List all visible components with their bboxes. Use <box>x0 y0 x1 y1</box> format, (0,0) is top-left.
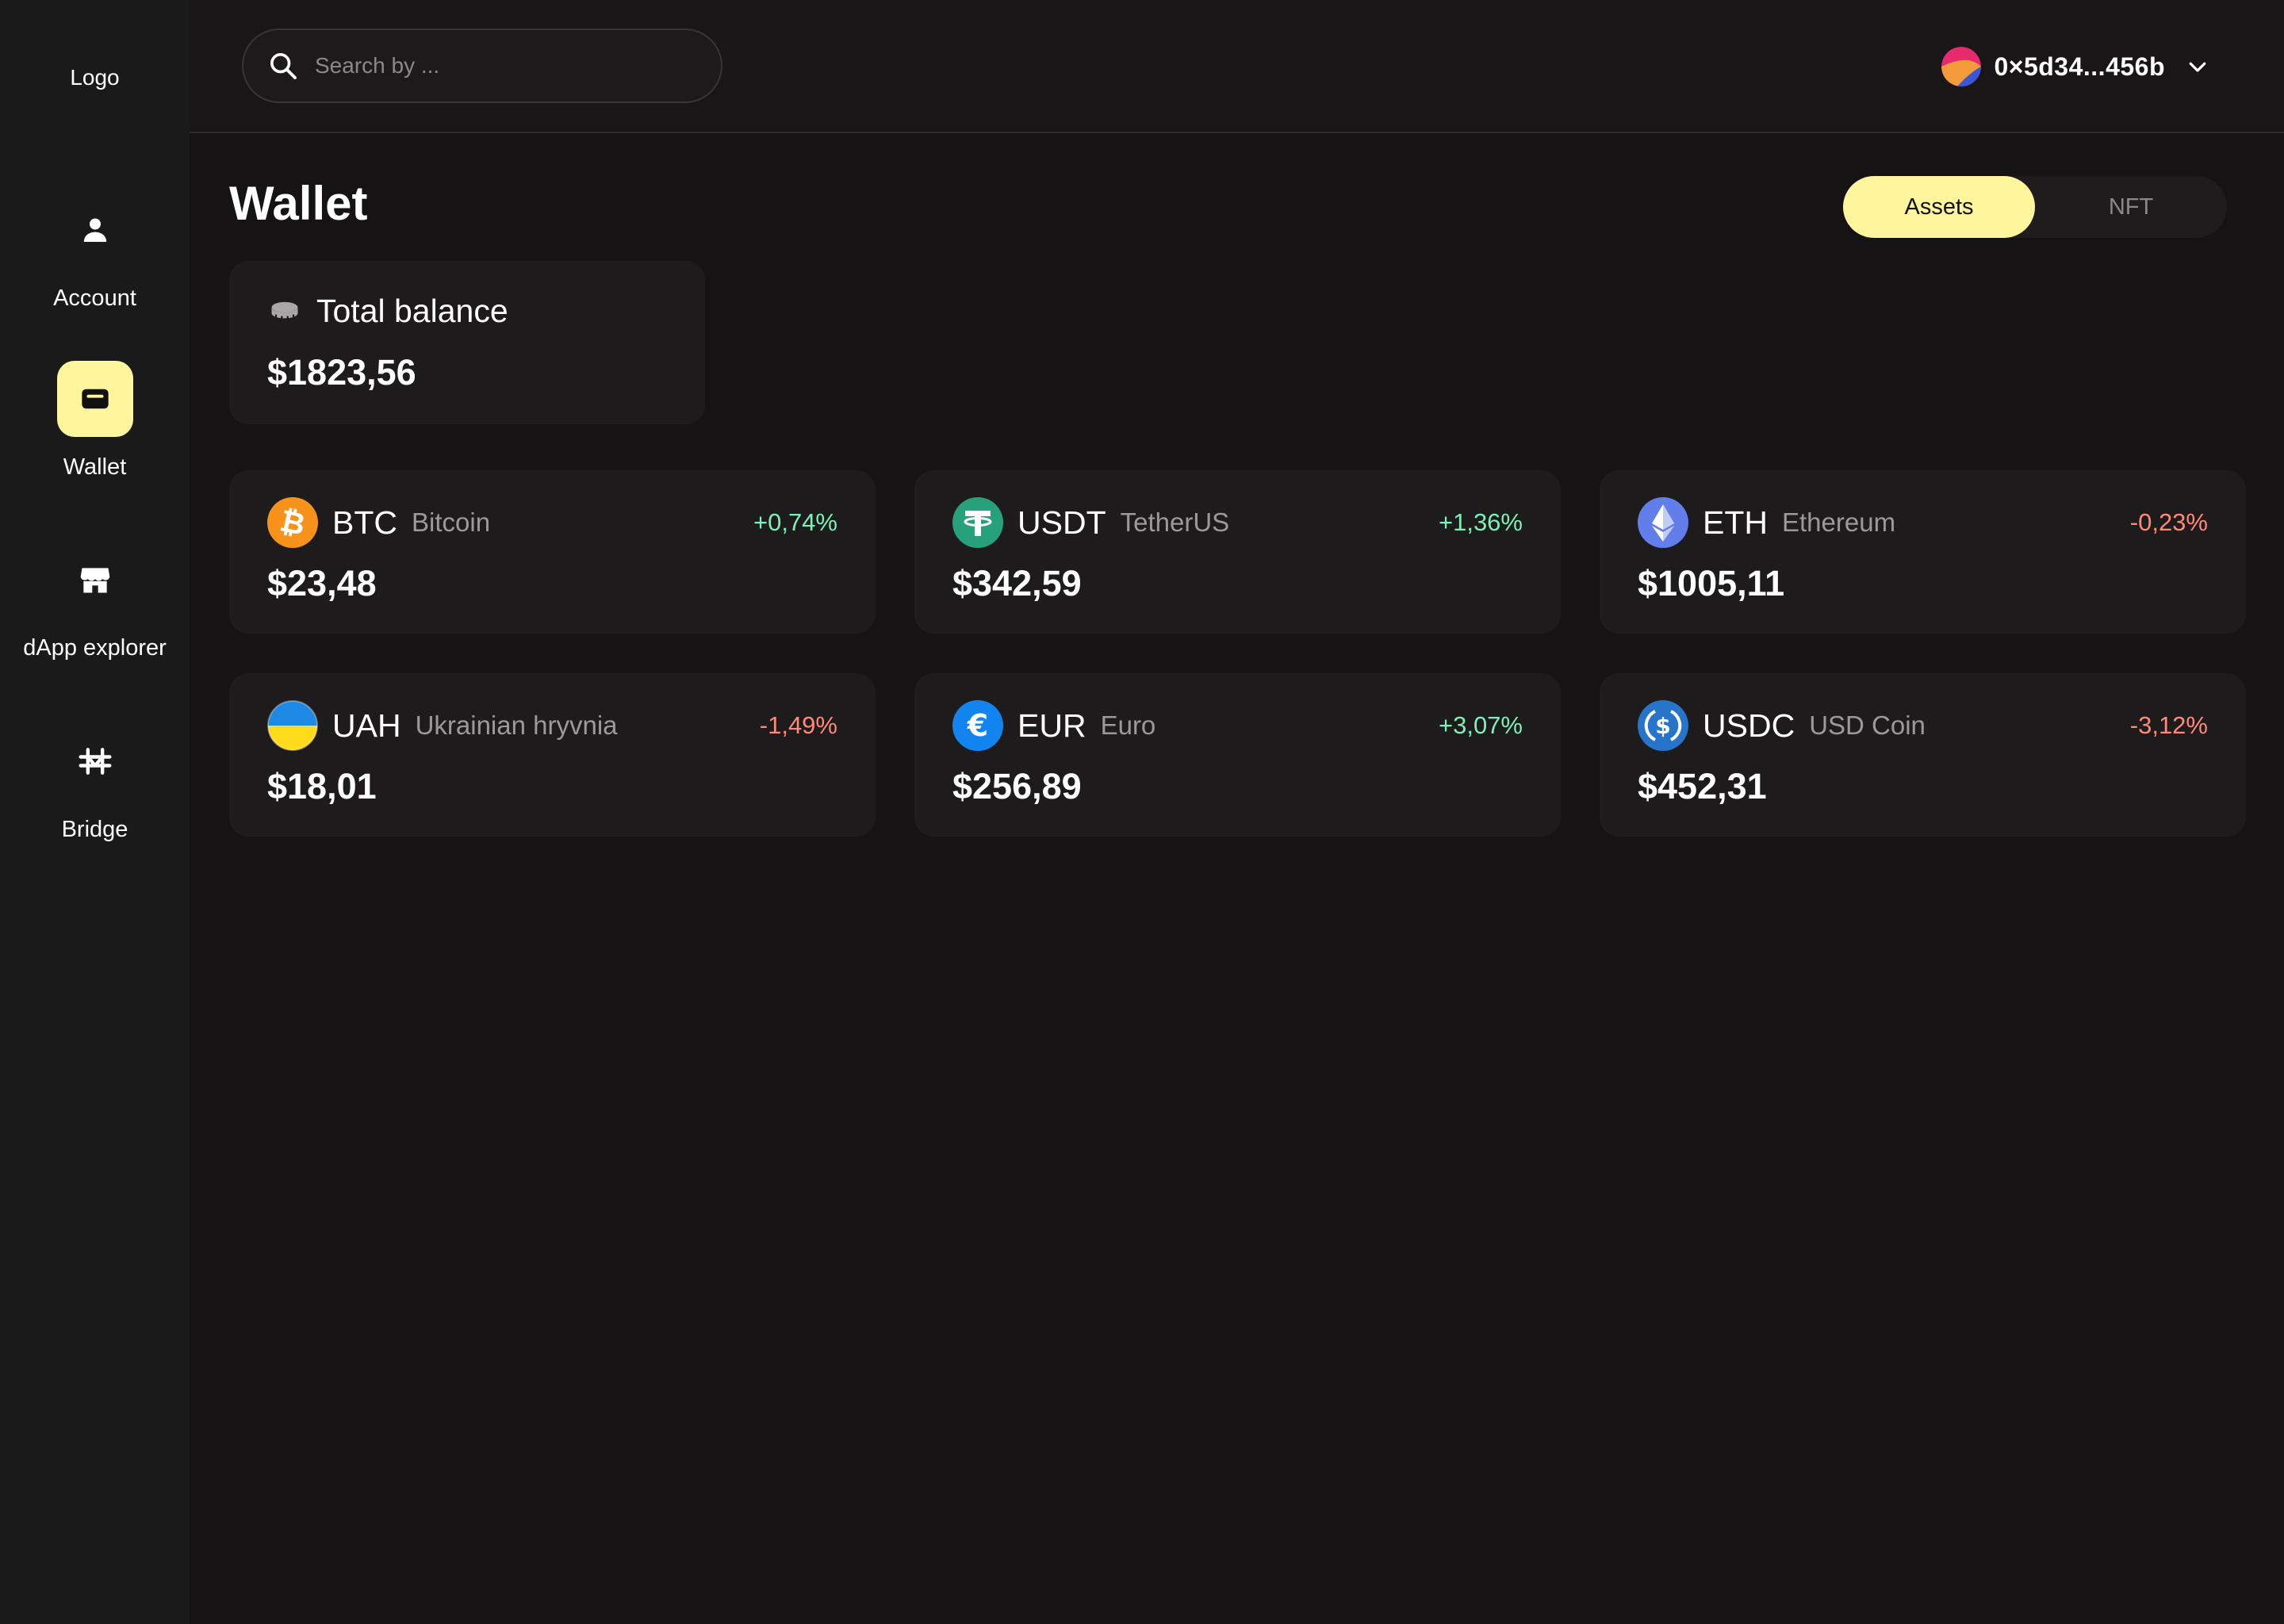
view-tabs: Assets NFT <box>1843 176 2227 238</box>
asset-symbol: EUR <box>1017 707 1086 744</box>
sidebar-item-bridge[interactable]: Bridge <box>0 723 190 843</box>
asset-card-eth[interactable]: ETH Ethereum -0,23% $1005,11 <box>1600 470 2246 634</box>
sidebar: Logo Account Wallet dApp explorer Bridge <box>0 0 190 1624</box>
asset-change: +0,74% <box>753 508 837 536</box>
asset-name: Euro <box>1100 710 1156 740</box>
svg-text:$: $ <box>1655 713 1670 739</box>
page-title: Wallet <box>229 177 368 230</box>
sidebar-item-label: Wallet <box>63 454 127 480</box>
asset-change: -0,23% <box>2129 508 2208 536</box>
tether-icon <box>952 497 1003 548</box>
asset-symbol: BTC <box>332 504 397 541</box>
account-switcher[interactable]: 0×5d34...456b <box>1941 44 2209 89</box>
chevron-down-icon <box>2189 62 2206 72</box>
sidebar-item-label: Bridge <box>61 817 128 842</box>
asset-value: $452,31 <box>1638 766 1767 806</box>
asset-value: $18,01 <box>267 766 377 806</box>
asset-symbol: ETH <box>1703 504 1768 541</box>
total-balance-value: $1823,56 <box>267 352 416 393</box>
asset-change: -1,49% <box>759 711 837 739</box>
asset-card-usdc[interactable]: $ USDC USD Coin -3,12% $452,31 <box>1600 673 2246 837</box>
search-icon <box>270 53 297 79</box>
logo[interactable]: Logo <box>0 65 190 90</box>
user-icon <box>57 192 133 268</box>
sidebar-item-label: dApp explorer <box>23 635 167 661</box>
top-bar: 0×5d34...456b <box>190 0 2284 133</box>
bitcoin-icon: ₿ <box>267 497 318 548</box>
asset-name: Ukrainian hryvnia <box>415 710 618 740</box>
account-address: 0×5d34...456b <box>1994 52 2165 81</box>
asset-change: +1,36% <box>1438 508 1523 536</box>
search-input[interactable] <box>313 41 721 90</box>
asset-change: -3,12% <box>2129 711 2208 739</box>
asset-card-usdt[interactable]: USDT TetherUS +1,36% $342,59 <box>914 470 1561 634</box>
sidebar-item-wallet[interactable]: Wallet <box>0 361 190 481</box>
search-box[interactable] <box>242 29 722 103</box>
asset-name: USD Coin <box>1809 710 1926 740</box>
euro-icon: € <box>952 700 1003 751</box>
asset-card-eur[interactable]: € EUR Euro +3,07% $256,89 <box>914 673 1561 837</box>
asset-value: $256,89 <box>952 766 1082 806</box>
ukraine-flag-icon <box>267 700 318 751</box>
tab-nft[interactable]: NFT <box>2035 176 2227 238</box>
svg-text:€: € <box>967 708 988 743</box>
asset-change: +3,07% <box>1438 711 1523 739</box>
asset-name: TetherUS <box>1120 508 1230 537</box>
sidebar-item-account[interactable]: Account <box>0 192 190 312</box>
asset-symbol: USDT <box>1017 504 1106 541</box>
total-balance-card: Total balance $1823,56 <box>229 261 705 424</box>
asset-symbol: USDC <box>1703 707 1795 744</box>
sidebar-item-dapp-explorer[interactable]: dApp explorer <box>0 542 190 661</box>
asset-symbol: UAH <box>332 707 401 744</box>
ethereum-icon <box>1638 497 1688 548</box>
coin-stack-icon <box>271 301 298 320</box>
bridge-icon <box>57 723 133 799</box>
asset-card-btc[interactable]: ₿ BTC Bitcoin +0,74% $23,48 <box>229 470 876 634</box>
asset-value: $23,48 <box>267 563 377 603</box>
store-icon <box>57 542 133 618</box>
asset-value: $1005,11 <box>1638 563 1785 603</box>
avatar <box>1941 47 1982 86</box>
asset-value: $342,59 <box>952 563 1082 603</box>
total-balance-label: Total balance <box>316 293 508 329</box>
wallet-icon <box>56 361 133 437</box>
sidebar-item-label: Account <box>53 285 136 311</box>
asset-name: Ethereum <box>1782 508 1896 537</box>
usd-coin-icon: $ <box>1638 700 1688 751</box>
asset-card-uah[interactable]: UAH Ukrainian hryvnia -1,49% $18,01 <box>229 673 876 837</box>
asset-name: Bitcoin <box>412 508 491 537</box>
tab-assets[interactable]: Assets <box>1843 176 2035 238</box>
